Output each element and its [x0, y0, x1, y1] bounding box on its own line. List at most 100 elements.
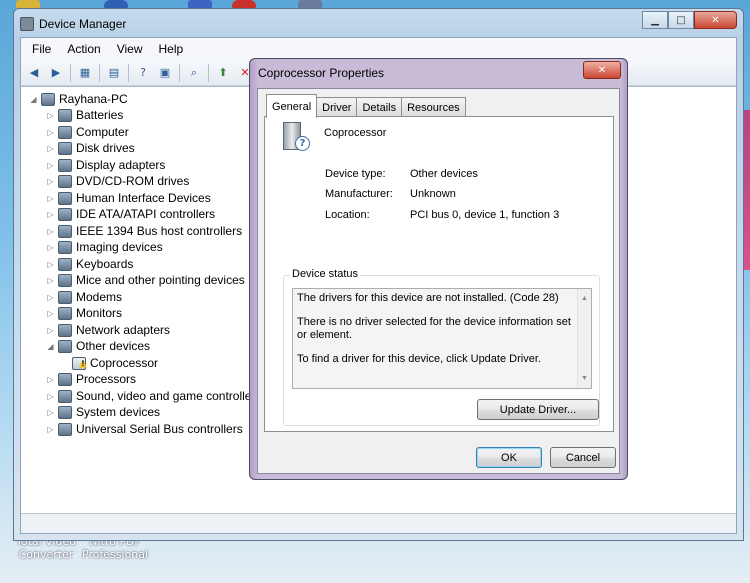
tree-item[interactable]: ▷ Keyboards — [46, 256, 133, 272]
tree-item[interactable]: ▷ Disk drives — [46, 140, 134, 156]
tree-item[interactable]: ▷ Modems — [46, 289, 122, 305]
tree-item-label: Mice and other pointing devices — [76, 273, 245, 287]
tree-item[interactable]: ▷ Monitors — [46, 305, 122, 321]
tree-item[interactable]: ▷ IEEE 1394 Bus host controllers — [46, 223, 242, 239]
show-hide-tree-icon[interactable]: ▦ — [76, 64, 94, 82]
tree-item[interactable]: ▷ System devices — [46, 404, 160, 420]
menu-file[interactable]: File — [24, 42, 59, 56]
tree-item-label: Other devices — [76, 339, 151, 353]
coprocessor-properties-dialog: Coprocessor Properties ✕ General Driver … — [249, 58, 628, 480]
update-driver-button[interactable]: Update Driver... — [477, 399, 599, 420]
expand-icon[interactable]: ▷ — [46, 111, 55, 120]
tree-item[interactable]: ▷ Universal Serial Bus controllers — [46, 421, 242, 437]
ok-button[interactable]: OK — [476, 447, 542, 468]
field-value-device-type: Other devices — [410, 168, 478, 180]
status-scrollbar[interactable]: ▲ ▼ — [577, 289, 591, 388]
tree-item[interactable]: ▷ Sound, video and game controllers — [46, 388, 261, 404]
expand-icon[interactable]: ▷ — [46, 425, 55, 434]
modem-icon — [58, 290, 72, 304]
unknown-device-icon: ? — [283, 122, 313, 152]
forward-icon[interactable]: ▶ — [47, 64, 65, 82]
tree-item-label: System devices — [76, 405, 161, 419]
tree-item-coprocessor[interactable]: Coprocessor — [72, 355, 158, 371]
properties-icon[interactable]: ▤ — [105, 64, 123, 82]
tree-item[interactable]: ▷ Network adapters — [46, 322, 170, 338]
field-value-location: PCI bus 0, device 1, function 3 — [410, 209, 560, 221]
expand-icon[interactable]: ▷ — [46, 194, 55, 203]
minimize-button[interactable]: ▁ — [642, 11, 668, 29]
menu-view[interactable]: View — [109, 42, 151, 56]
close-button[interactable]: ✕ — [694, 11, 737, 29]
scan-hardware-icon[interactable]: ⌕ — [185, 64, 203, 82]
network-adapter-icon — [58, 323, 72, 337]
expand-icon[interactable]: ▷ — [46, 326, 55, 335]
tree-item[interactable]: ▷ Human Interface Devices — [46, 190, 210, 206]
expand-icon[interactable]: ▷ — [46, 227, 55, 236]
tree-item[interactable]: ▷ DVD/CD-ROM drives — [46, 173, 189, 189]
collapse-icon[interactable]: ◢ — [29, 95, 38, 104]
imaging-device-icon — [58, 240, 72, 254]
tab-driver[interactable]: Driver — [316, 97, 358, 117]
device-status-group: Device status The drivers for this devic… — [283, 268, 600, 426]
tree-root[interactable]: ◢ Rayhana-PC — [29, 91, 127, 107]
dialog-close-button[interactable]: ✕ — [583, 61, 621, 79]
tree-item[interactable]: ◢ Other devices — [46, 338, 150, 354]
cancel-button[interactable]: Cancel — [550, 447, 616, 468]
sound-icon — [58, 389, 72, 403]
tree-item-label: Imaging devices — [76, 240, 163, 254]
tree-item-label: Coprocessor — [90, 356, 159, 370]
expand-icon[interactable]: ▷ — [46, 309, 55, 318]
expand-icon[interactable]: ▷ — [46, 276, 55, 285]
tree-item-label: IDE ATA/ATAPI controllers — [76, 207, 216, 221]
tree-item[interactable]: ▷ Computer — [46, 124, 128, 140]
tree-item[interactable]: ▷ Batteries — [46, 107, 123, 123]
toolbar-separator — [99, 63, 100, 82]
keyboard-icon — [58, 257, 72, 271]
computer-icon — [58, 125, 72, 139]
tree-item[interactable]: ▷ Imaging devices — [46, 239, 163, 255]
expand-icon[interactable]: ▷ — [46, 210, 55, 219]
tab-details[interactable]: Details — [356, 97, 403, 117]
tree-item[interactable]: ▷ Mice and other pointing devices — [46, 272, 245, 288]
expand-icon[interactable]: ▷ — [46, 408, 55, 417]
tree-item-label: IEEE 1394 Bus host controllers — [76, 224, 243, 238]
menu-help[interactable]: Help — [151, 42, 192, 56]
other-devices-icon — [58, 339, 72, 353]
scroll-up-icon[interactable]: ▲ — [578, 292, 591, 305]
status-line: To find a driver for this device, click … — [297, 353, 541, 365]
expand-icon[interactable]: ▷ — [46, 161, 55, 170]
expand-icon[interactable]: ▷ — [46, 260, 55, 269]
view-icon[interactable]: ▣ — [156, 64, 174, 82]
menu-action[interactable]: Action — [59, 42, 108, 56]
device-status-textbox[interactable]: The drivers for this device are not inst… — [292, 288, 592, 389]
tab-resources[interactable]: Resources — [401, 97, 466, 117]
expand-icon[interactable]: ▷ — [46, 177, 55, 186]
tree-item-label: Sound, video and game controllers — [76, 389, 262, 403]
tree-item-label: Network adapters — [76, 323, 171, 337]
expand-icon[interactable]: ▷ — [46, 293, 55, 302]
help-icon[interactable]: ? — [134, 64, 152, 82]
tree-item-label: DVD/CD-ROM drives — [76, 174, 190, 188]
expand-icon[interactable]: ▷ — [46, 128, 55, 137]
tree-item[interactable]: ▷ Display adapters — [46, 157, 165, 173]
toolbar-separator — [70, 63, 71, 82]
tree-item-label: Processors — [76, 372, 137, 386]
expand-icon[interactable]: ▷ — [46, 243, 55, 252]
expand-icon[interactable]: ▷ — [46, 375, 55, 384]
tree-item-label: Keyboards — [76, 257, 134, 271]
toolbar-separator — [128, 63, 129, 82]
field-label-device-type: Device type: — [325, 168, 386, 180]
expand-icon[interactable]: ▷ — [46, 144, 55, 153]
collapse-icon[interactable]: ◢ — [46, 342, 55, 351]
back-icon[interactable]: ◀ — [25, 64, 43, 82]
tab-general[interactable]: General — [266, 94, 318, 118]
status-bar — [21, 513, 736, 533]
update-driver-icon[interactable]: ⬆ — [214, 64, 232, 82]
tab-strip: General Driver Details Resources — [266, 93, 466, 118]
scroll-down-icon[interactable]: ▼ — [578, 372, 591, 385]
tree-item[interactable]: ▷ Processors — [46, 371, 136, 387]
maximize-button[interactable]: □ — [668, 11, 694, 29]
tree-item-label: Batteries — [76, 108, 124, 122]
expand-icon[interactable]: ▷ — [46, 392, 55, 401]
tree-item[interactable]: ▷ IDE ATA/ATAPI controllers — [46, 206, 215, 222]
